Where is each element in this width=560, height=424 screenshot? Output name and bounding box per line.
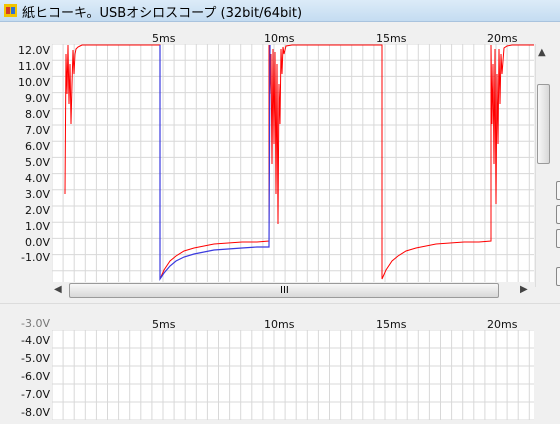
title-bar: 紙ヒコーキ。USBオシロスコープ (32bit/64bit)	[0, 0, 560, 22]
second-plot-svg	[51, 329, 534, 421]
plot1-ytick: 2.0V	[24, 204, 50, 217]
plot1-ytick: -1.0V	[21, 251, 50, 264]
window-title: 紙ヒコーキ。USBオシロスコープ (32bit/64bit)	[22, 6, 303, 21]
plot2-ytick: -4.0V	[21, 334, 50, 347]
plot1-ytick: 7.0V	[24, 124, 50, 137]
plot1-ytick: 12.0V	[17, 44, 50, 57]
plot1-ytick: 11.0V	[17, 60, 50, 73]
side-button[interactable]	[556, 205, 560, 224]
plot1-ytick: 5.0V	[24, 156, 50, 169]
red-trace	[64, 44, 534, 280]
scroll-up-icon[interactable]: ▲	[538, 47, 546, 58]
plot1-ytick: 9.0V	[24, 92, 50, 105]
waveform-svg	[51, 43, 534, 288]
pane-divider	[0, 303, 560, 304]
plot1-ytick: 8.0V	[24, 108, 50, 121]
app-icon	[4, 4, 17, 17]
plot1-ytick: 3.0V	[24, 188, 50, 201]
plot1-ytick: 10.0V	[17, 76, 50, 89]
waveform-plot[interactable]	[51, 43, 534, 288]
plot2-ytick: -6.0V	[21, 370, 50, 383]
plot2-ytick: -3.0V	[21, 317, 50, 330]
plot2-ytick: -7.0V	[21, 388, 50, 401]
grid	[51, 329, 534, 421]
side-button[interactable]	[556, 229, 560, 248]
plot2-ytick: -5.0V	[21, 352, 50, 365]
scroll-left-icon[interactable]: ◀	[54, 284, 62, 295]
side-button[interactable]	[556, 181, 560, 200]
plot1-ytick: 6.0V	[24, 140, 50, 153]
plot1-ytick: 1.0V	[24, 220, 50, 233]
plot2-ytick: -8.0V	[21, 406, 50, 419]
vertical-scrollbar-thumb[interactable]	[537, 84, 550, 164]
side-button[interactable]	[556, 267, 560, 286]
grid	[51, 43, 534, 288]
plot1-ytick: 0.0V	[24, 236, 50, 249]
scroll-right-icon[interactable]: ▶	[520, 284, 528, 295]
second-plot[interactable]	[51, 329, 534, 421]
vertical-scrollbar[interactable]: ▲	[535, 44, 551, 287]
plot1-ytick: 4.0V	[24, 172, 50, 185]
scrollbar-thumb[interactable]: III	[69, 283, 499, 298]
horizontal-scrollbar[interactable]: ◀ III ▶	[50, 282, 534, 299]
grip-label: III	[280, 285, 289, 296]
